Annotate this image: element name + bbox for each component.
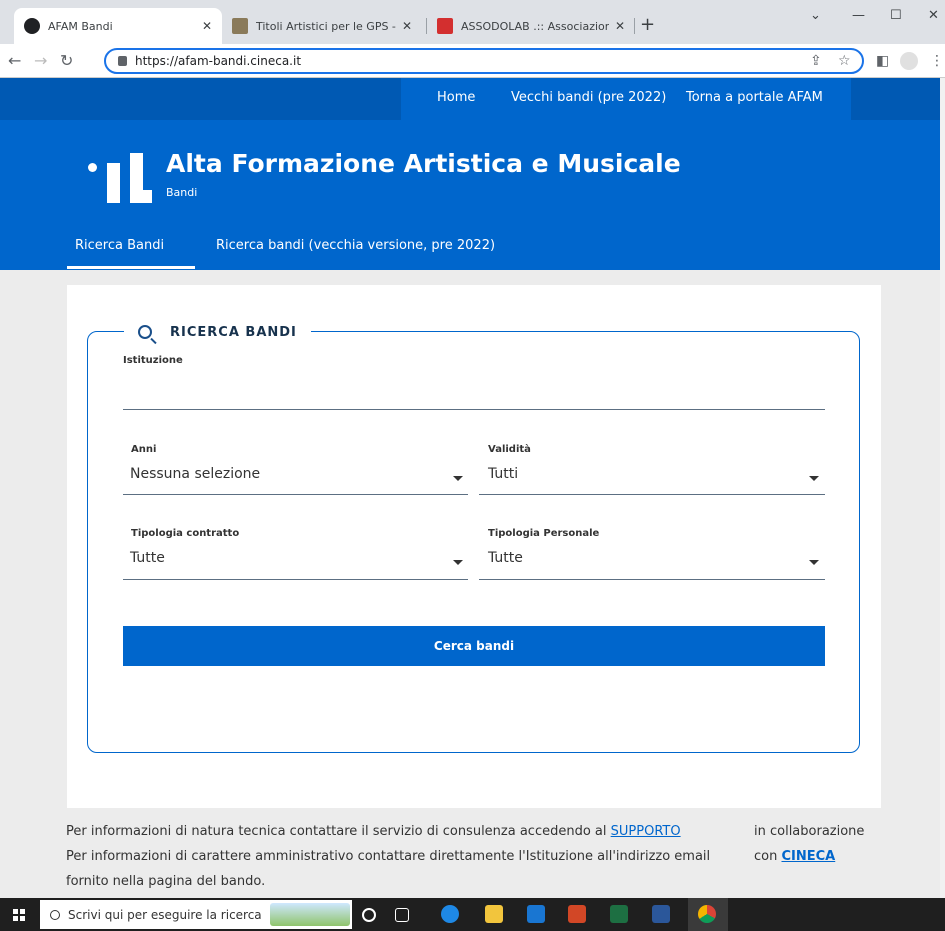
chevron-down-icon	[809, 560, 819, 565]
menu-dots-icon[interactable]: ⋮	[930, 53, 944, 69]
reload-icon[interactable]: ↻	[60, 51, 73, 70]
taskbar-search-placeholder: Scrivi qui per eseguire la ricerca	[68, 907, 262, 922]
chrome-icon[interactable]	[698, 905, 716, 923]
tipologia-contratto-underline	[123, 579, 468, 580]
file-explorer-icon[interactable]	[485, 905, 503, 923]
search-icon	[138, 325, 152, 339]
task-view-icon[interactable]	[395, 908, 409, 922]
search-highlight-image	[270, 903, 350, 926]
tipologia-personale-value: Tutte	[488, 550, 523, 566]
anni-underline	[123, 494, 468, 495]
site-favicon	[437, 18, 453, 34]
close-tab-icon[interactable]: ✕	[615, 19, 625, 33]
forward-icon[interactable]: →	[34, 51, 47, 70]
mail-icon[interactable]	[527, 905, 545, 923]
word-icon[interactable]	[652, 905, 670, 923]
minimize-icon[interactable]: —	[852, 8, 865, 23]
footer-line-2: Per informazioni di carattere amministra…	[66, 849, 711, 864]
nav-vecchi-bandi-link[interactable]: Vecchi bandi (pre 2022)	[511, 90, 666, 105]
collab-line-2: con CINECA	[754, 849, 836, 864]
tab-assodolab[interactable]: ASSODOLAB .:: Associazione Naz ✕	[427, 8, 635, 44]
new-tab-icon[interactable]: +	[640, 14, 655, 35]
tab-title: Titoli Artistici per le GPS - Titoli A	[256, 19, 396, 33]
windows-start-icon[interactable]	[13, 909, 25, 921]
tab-ricerca-vecchia[interactable]: Ricerca bandi (vecchia versione, pre 202…	[216, 238, 495, 253]
tab-search-icon[interactable]: ⌄	[810, 8, 821, 23]
powerpoint-icon[interactable]	[568, 905, 586, 923]
search-card: RICERCA BANDI Istituzione Anni Nessuna s…	[67, 285, 881, 898]
site-favicon	[24, 18, 40, 34]
chevron-down-icon	[453, 560, 463, 565]
validita-value: Tutti	[488, 466, 519, 482]
chevron-down-icon	[453, 476, 463, 481]
url-text: https://afam-bandi.cineca.it	[135, 54, 302, 68]
chevron-down-icon	[809, 476, 819, 481]
anni-value: Nessuna selezione	[130, 466, 261, 482]
tab-title: ASSODOLAB .:: Associazione Naz	[461, 19, 609, 33]
site-header: Alta Formazione Artistica e Musicale Ban…	[0, 120, 940, 270]
footer-line-3: fornito nella pagina del bando.	[66, 874, 266, 889]
side-panel-icon[interactable]: ◧	[876, 53, 889, 69]
site-title[interactable]: Alta Formazione Artistica e Musicale	[166, 149, 681, 178]
close-tab-icon[interactable]: ✕	[202, 19, 212, 33]
excel-icon[interactable]	[610, 905, 628, 923]
sub-nav: Ricerca Bandi Ricerca bandi (vecchia ver…	[0, 238, 940, 270]
close-tab-icon[interactable]: ✕	[402, 19, 412, 33]
close-window-icon[interactable]: ✕	[928, 8, 939, 23]
nav-torna-afam-link[interactable]: Torna a portale AFAM	[686, 90, 823, 105]
istituzione-input[interactable]	[123, 372, 825, 408]
share-icon[interactable]: ⇪	[810, 53, 822, 69]
validita-label: Validità	[488, 444, 531, 455]
bookmark-star-icon[interactable]: ☆	[838, 53, 851, 69]
cortana-icon[interactable]	[362, 908, 376, 922]
search-icon	[50, 909, 60, 920]
site-subtitle: Bandi	[166, 186, 198, 199]
footer-line-1: Per informazioni di natura tecnica conta…	[66, 824, 681, 839]
site-favicon	[232, 18, 248, 34]
maximize-icon[interactable]: ☐	[890, 8, 902, 23]
cerca-bandi-button[interactable]: Cerca bandi	[123, 626, 825, 666]
windows-taskbar: Scrivi qui per eseguire la ricerca	[0, 898, 945, 931]
validita-underline	[479, 494, 825, 495]
active-tab-indicator	[67, 266, 195, 269]
search-fieldset: RICERCA BANDI Istituzione Anni Nessuna s…	[87, 320, 860, 753]
nav-home-link[interactable]: Home	[437, 90, 475, 105]
istituzione-underline	[123, 409, 825, 410]
taskbar-search[interactable]: Scrivi qui per eseguire la ricerca	[40, 900, 352, 929]
page-footer: Per informazioni di natura tecnica conta…	[0, 808, 940, 898]
tipologia-personale-underline	[479, 579, 825, 580]
legend-title: RICERCA BANDI	[170, 324, 297, 340]
address-bar[interactable]: https://afam-bandi.cineca.it	[104, 48, 864, 74]
tab-afam-bandi[interactable]: AFAM Bandi ✕	[14, 8, 222, 44]
page-content: Home Vecchi bandi (pre 2022) Torna a por…	[0, 78, 940, 898]
collab-text: in collaborazione	[754, 824, 865, 839]
back-icon[interactable]: ←	[8, 51, 21, 70]
tipologia-contratto-select[interactable]: Tutte	[123, 544, 468, 578]
browser-toolbar: ← → ↻ https://afam-bandi.cineca.it ⇪ ☆ ◧…	[0, 44, 945, 78]
cineca-link[interactable]: CINECA	[781, 849, 835, 864]
edge-browser-icon[interactable]	[441, 905, 459, 923]
validita-select[interactable]: Tutti	[479, 460, 825, 494]
tab-ricerca-bandi[interactable]: Ricerca Bandi	[75, 238, 164, 253]
lock-icon	[118, 56, 127, 66]
top-nav: Home Vecchi bandi (pre 2022) Torna a por…	[0, 78, 940, 120]
anni-label: Anni	[131, 444, 157, 455]
supporto-link[interactable]: SUPPORTO	[611, 824, 681, 839]
search-legend: RICERCA BANDI	[124, 320, 311, 344]
tipologia-contratto-label: Tipologia contratto	[131, 528, 240, 539]
page-scrollbar[interactable]	[940, 78, 945, 898]
tipologia-contratto-value: Tutte	[130, 550, 165, 566]
tab-titoli-artistici[interactable]: Titoli Artistici per le GPS - Titoli A ✕	[222, 8, 422, 44]
tipologia-personale-select[interactable]: Tutte	[479, 544, 825, 578]
anni-select[interactable]: Nessuna selezione	[123, 460, 468, 494]
browser-tab-strip: AFAM Bandi ✕ Titoli Artistici per le GPS…	[0, 0, 945, 44]
profile-icon[interactable]	[900, 52, 918, 70]
tipologia-personale-label: Tipologia Personale	[488, 528, 600, 539]
tab-title: AFAM Bandi	[48, 19, 113, 33]
istituzione-label: Istituzione	[123, 355, 183, 366]
